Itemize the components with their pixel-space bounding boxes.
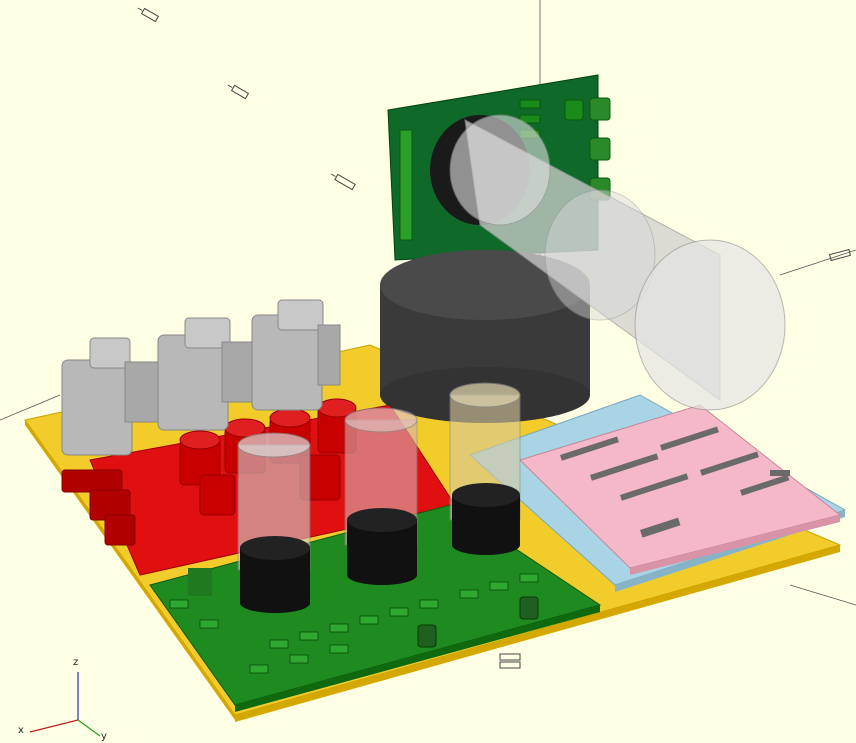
3d-scene[interactable] [0, 0, 856, 743]
y-axis-label: y [101, 731, 107, 742]
green-capacitor-body [188, 568, 212, 596]
z-axis-label: z [73, 657, 79, 668]
vacuum-tube[interactable] [237, 432, 311, 613]
vacuum-tube[interactable] [344, 407, 418, 585]
axis-gizmo [29, 672, 101, 737]
x-axis-label: x [18, 725, 24, 736]
vacuum-tube[interactable] [449, 382, 521, 555]
3d-viewport[interactable]: z x y [0, 0, 856, 743]
